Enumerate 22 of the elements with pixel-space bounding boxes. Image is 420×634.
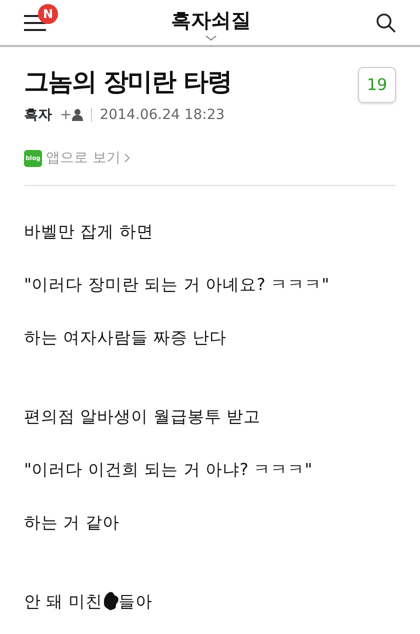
search-icon[interactable] (376, 12, 396, 32)
body-text: 편의점 알바생이 월급봉투 받고 (24, 406, 261, 426)
body-text: "이러다 장미란 되는 거 아녜요? ㅋㅋㅋ" (24, 274, 330, 294)
body-text: 안 돼 미친 (24, 590, 102, 612)
notification-badge: N (38, 4, 58, 24)
body-text: 들아 (118, 590, 152, 612)
post-title: 그놈의 장미란 타령 (24, 66, 232, 98)
body-text: 하는 거 같아 (24, 512, 120, 532)
chevron-right-icon (124, 153, 130, 163)
person-icon (72, 109, 83, 121)
ink-blot-icon (102, 591, 118, 611)
body-text: "이러다 이건희 되는 거 아냐? ㅋㅋㅋ" (24, 460, 312, 478)
author-name[interactable]: 흑자 (24, 104, 52, 126)
comment-count[interactable]: 19 (358, 67, 396, 103)
blog-title[interactable]: 흑자쇠질 (171, 4, 251, 34)
body-text: 하는 여자사람들 짜증 난다 (24, 328, 227, 346)
follow-button[interactable]: + (60, 104, 83, 126)
app-view-link[interactable]: 앱으로 보기 (46, 148, 120, 168)
post-date: 2014.06.24 18:23 (100, 106, 225, 124)
chevron-down-icon[interactable] (205, 34, 217, 40)
body-text: 바벨만 잡게 하면 (24, 222, 154, 240)
menu-icon[interactable] (24, 14, 46, 30)
